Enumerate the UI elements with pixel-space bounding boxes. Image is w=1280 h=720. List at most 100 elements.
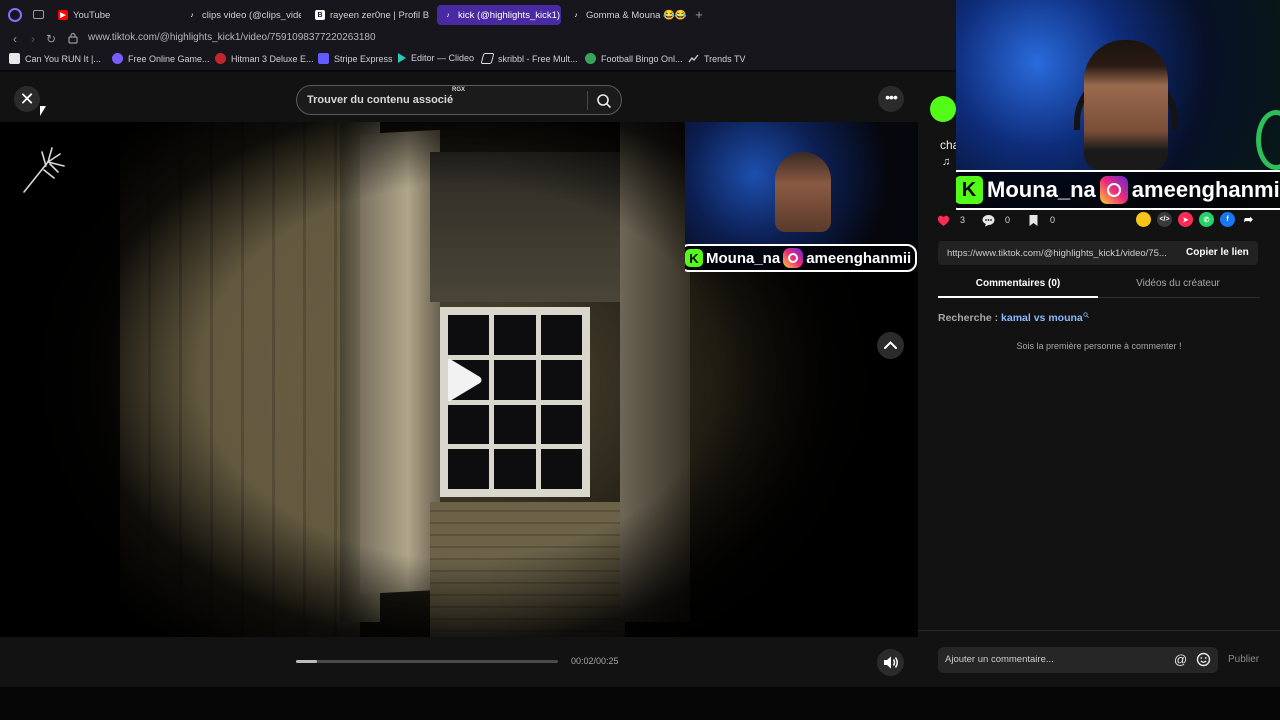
bookmark-hitman[interactable]: Hitman 3 Deluxe E... [215, 53, 314, 64]
panel-tabs: Commentaires (0) Vidéos du créateur [938, 272, 1260, 298]
tab-rayeen[interactable]: B rayeen zer0ne | Profil Bak [309, 5, 429, 25]
bookmark-stripe-express[interactable]: Stripe Express [318, 53, 393, 64]
streamer-nameplate: K Mouna_na ameenghanmii [685, 244, 918, 272]
lock-icon [68, 32, 78, 44]
bookmark-trends-tv[interactable]: Trends TV [688, 53, 746, 64]
reload-icon[interactable]: ↻ [43, 31, 59, 47]
video-top-bar: ✕ Trouver du contenu associé RGX ••• [0, 72, 918, 122]
bookmark-label: Can You RUN It |... [25, 53, 101, 64]
bookmark-label: skribbl - Free Mult... [498, 53, 578, 64]
send-icon[interactable]: ➤ [1178, 212, 1193, 227]
comment-count: 0 [1005, 215, 1011, 225]
streamer-nameplate: K Mouna_na ameenghanmii [956, 170, 1280, 210]
tab-label: YouTube [73, 9, 111, 21]
streamer-figure [775, 152, 831, 232]
creator-avatar[interactable] [930, 96, 956, 122]
bookmark-label: Editor — Clideo [411, 53, 475, 63]
kick-username: Mouna_na [987, 177, 1096, 202]
bookmark-icon [1029, 214, 1038, 226]
bookmark-clideo[interactable]: Editor — Clideo [398, 53, 474, 63]
share-coin-icon[interactable] [1136, 212, 1151, 227]
bookmark-label: Free Online Game... [128, 53, 210, 64]
stripe-icon [318, 53, 329, 64]
save-button[interactable]: 0 [1026, 213, 1055, 228]
games-icon [112, 53, 123, 64]
progress-bar[interactable] [296, 660, 558, 663]
clideo-icon [398, 53, 406, 63]
url-field[interactable]: www.tiktok.com/@highlights_kick1/video/7… [88, 32, 376, 43]
whatsapp-icon[interactable]: ✆ [1199, 212, 1214, 227]
tab-comments[interactable]: Commentaires (0) [938, 278, 1098, 289]
tab-label: kick (@highlights_kick1) | [458, 9, 561, 21]
search-icon [1083, 312, 1089, 318]
tab-search-icon[interactable] [33, 10, 44, 19]
scroll-up-button[interactable] [877, 332, 904, 359]
video-player[interactable]: K Mouna_na ameenghanmii [0, 122, 918, 637]
time-display: 00:02/00:25 [571, 656, 619, 666]
search-divider [587, 91, 588, 110]
streamer-webcam: K Mouna_na ameenghanmii [956, 0, 1280, 210]
back-icon[interactable]: ‹ [7, 31, 23, 47]
share-options: </> ➤ ✆ f ➦ [1136, 212, 1256, 227]
more-options-button[interactable]: ••• [878, 86, 904, 112]
embed-icon[interactable]: </> [1157, 212, 1172, 227]
tab-kick-highlights[interactable]: ♪ kick (@highlights_kick1) | [437, 5, 561, 25]
related-content-search[interactable]: Trouver du contenu associé RGX [296, 85, 622, 115]
instagram-icon [783, 248, 804, 268]
publish-button[interactable]: Publier [1228, 654, 1259, 665]
video-link[interactable]: https://www.tiktok.com/@highlights_kick1… [947, 248, 1173, 259]
mention-icon[interactable]: @ [1174, 652, 1187, 667]
page-bottom [0, 687, 1280, 720]
kick-logo-icon: K [956, 176, 983, 204]
like-count: 3 [960, 215, 966, 225]
youtube-icon: ▶ [58, 10, 68, 20]
search-recommendation[interactable]: Recherche : kamal vs mouna [938, 312, 1089, 324]
facebook-icon[interactable]: f [1220, 212, 1235, 227]
tab-gomma-mouna[interactable]: ♪ Gomma & Mouna 😂😂#v [565, 5, 687, 25]
comment-placeholder: Ajouter un commentaire... [945, 654, 1054, 665]
active-tab-indicator [938, 296, 1098, 298]
b-icon: B [315, 10, 325, 20]
save-count: 0 [1050, 215, 1056, 225]
mouse-cursor-icon [40, 106, 46, 116]
search-recommendation-query[interactable]: kamal vs mouna [1001, 312, 1083, 324]
tiktok-icon: ♪ [446, 11, 450, 19]
browser-logo-icon[interactable] [8, 8, 22, 22]
search-input[interactable]: Trouver du contenu associé [307, 94, 453, 106]
hitman-icon [215, 53, 226, 64]
like-button[interactable]: 3 [936, 213, 965, 228]
bookmark-label: Hitman 3 Deluxe E... [231, 53, 314, 64]
skribbl-icon [480, 53, 495, 64]
share-arrow-icon[interactable]: ➦ [1241, 212, 1256, 227]
bookmark-free-online-games[interactable]: Free Online Game... [112, 53, 210, 64]
kick-logo-icon: K [685, 249, 703, 267]
heart-icon [937, 215, 950, 226]
new-tab-icon[interactable]: + [692, 8, 706, 22]
progress-fill [296, 660, 317, 663]
bookmark-football-bingo[interactable]: Football Bingo Onl... [585, 53, 683, 64]
comment-button[interactable]: 0 [981, 213, 1010, 228]
bookmark-skribbl[interactable]: skribbl - Free Mult... [480, 53, 578, 64]
comment-input[interactable]: Ajouter un commentaire... @ [938, 647, 1218, 673]
trends-icon [688, 54, 699, 63]
player-controls: 00:02/00:25 [0, 637, 918, 687]
comment-composer: Ajouter un commentaire... @ Publier [918, 630, 1280, 687]
tab-clips-video[interactable]: ♪ clips video (@clips_video0 [181, 5, 301, 25]
copy-link-button[interactable]: Copier le lien [1186, 247, 1249, 258]
bookmark-label: Football Bingo Onl... [601, 53, 683, 64]
bookmark-canyourunit[interactable]: Can You RUN It |... [9, 53, 101, 64]
music-icon[interactable]: ♫ [942, 156, 950, 168]
tab-label: Gomma & Mouna 😂😂#v [586, 9, 687, 21]
green-light [1256, 110, 1280, 170]
emoji-icon[interactable] [1196, 652, 1211, 667]
instagram-icon [1099, 176, 1128, 204]
canyourunit-icon [9, 53, 20, 64]
volume-button[interactable] [877, 649, 904, 676]
tab-creator-videos[interactable]: Vidéos du créateur [1098, 278, 1258, 289]
game-logo-icon [23, 147, 65, 193]
search-icon[interactable] [596, 93, 612, 109]
play-icon[interactable] [444, 358, 484, 402]
tab-youtube[interactable]: ▶ YouTube [52, 5, 177, 25]
forward-icon[interactable]: › [25, 31, 41, 47]
close-button[interactable]: ✕ [14, 86, 40, 112]
